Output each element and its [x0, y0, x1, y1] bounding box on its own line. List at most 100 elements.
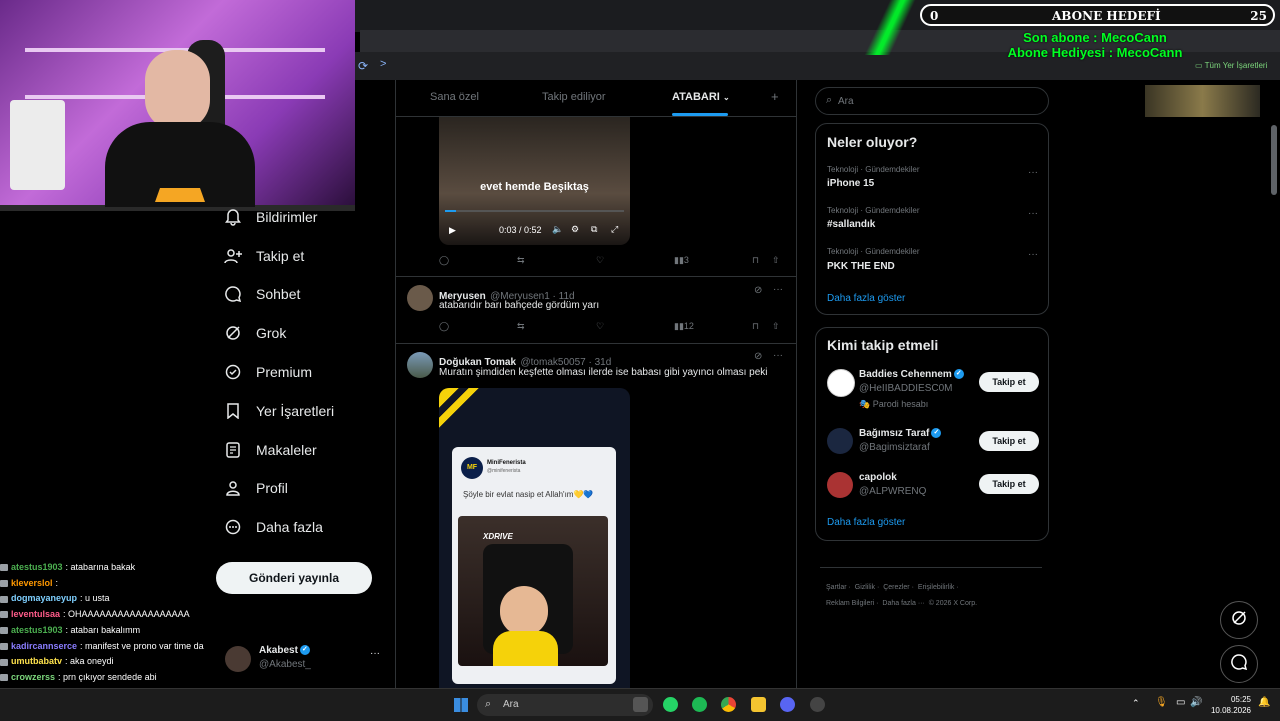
- grok-float-button[interactable]: [1220, 601, 1258, 639]
- notification-bell-icon[interactable]: 🔔: [1258, 697, 1270, 708]
- footer-link[interactable]: Daha fazla ···: [882, 600, 924, 607]
- chat-username[interactable]: kleverslol: [11, 576, 53, 592]
- nav-profile[interactable]: Profil: [220, 469, 288, 507]
- volume-icon[interactable]: 🔈: [552, 224, 563, 235]
- trends-show-more[interactable]: Daha fazla göster: [827, 293, 905, 304]
- trend-more-icon[interactable]: ···: [1028, 208, 1038, 219]
- pip-icon[interactable]: ⧉: [591, 224, 597, 235]
- footer-link[interactable]: Çerezler ·: [883, 584, 914, 591]
- views-icon[interactable]: ▮▮ 12: [674, 321, 694, 332]
- messages-float-button[interactable]: [1220, 645, 1258, 683]
- whatsapp-icon[interactable]: [663, 697, 678, 712]
- follow-button[interactable]: Takip et: [979, 474, 1039, 494]
- reply-icon[interactable]: ◯: [439, 255, 449, 266]
- trend-title[interactable]: iPhone 15: [827, 178, 874, 189]
- wtf-handle: @HeIIBADDIESC0M: [859, 383, 953, 394]
- chat-username[interactable]: atestus1903: [11, 623, 63, 639]
- tweet-text: Muratın şimdiden keşfette olması ilerde …: [439, 367, 768, 378]
- follow-button[interactable]: Takip et: [979, 431, 1039, 451]
- avatar: [407, 285, 433, 311]
- grok-explain-icon[interactable]: ⊘: [754, 351, 762, 362]
- account-more-icon[interactable]: ···: [370, 648, 380, 659]
- chat-badge-icon: [0, 595, 8, 603]
- chat-username[interactable]: atestus1903: [11, 560, 63, 576]
- like-icon[interactable]: ♡: [596, 321, 604, 332]
- app-icon[interactable]: [810, 697, 825, 712]
- network-icon[interactable]: ▭: [1176, 697, 1185, 708]
- add-tab-button[interactable]: +: [771, 89, 779, 104]
- video-progress-track[interactable]: [445, 210, 624, 212]
- wtf-name[interactable]: capolok: [859, 472, 897, 483]
- fullscreen-icon[interactable]: ⤢: [611, 224, 618, 235]
- nav-label: Premium: [256, 364, 313, 380]
- tweet-media[interactable]: MF MiniFenerista @minifenerista Şöyle bi…: [439, 388, 630, 690]
- volume-icon[interactable]: 🔊: [1190, 697, 1202, 708]
- wtf-name[interactable]: Baddies Cehennem ✓: [859, 369, 964, 380]
- microphone-icon[interactable]: 🎙: [1155, 697, 1168, 708]
- footer-link[interactable]: Gizlilik ·: [855, 584, 880, 591]
- footer-link[interactable]: Erişilebilirlik ·: [918, 584, 959, 591]
- extension-icon[interactable]: ⟳: [358, 59, 368, 73]
- trend-more-icon[interactable]: ···: [1028, 167, 1038, 178]
- nav-notifications[interactable]: Bildirimler: [220, 198, 317, 236]
- chat-message: atestus1903: atabarı bakalımm: [0, 623, 340, 639]
- like-icon[interactable]: ♡: [596, 255, 604, 266]
- share-icon[interactable]: ⇧: [772, 321, 780, 332]
- trend-more-icon[interactable]: ···: [1028, 249, 1038, 260]
- chrome-icon[interactable]: [721, 697, 736, 712]
- tray-chevron-icon[interactable]: ⌃: [1132, 698, 1140, 709]
- wtf-name[interactable]: Bağımsız Taraf ✓: [859, 428, 942, 439]
- grok-explain-icon[interactable]: ⊘: [754, 285, 762, 296]
- badge-check-icon: [220, 362, 246, 382]
- bookmark-icon[interactable]: ⊓: [752, 321, 759, 332]
- nav-chat[interactable]: Sohbet: [220, 275, 300, 313]
- nav-premium[interactable]: Premium: [220, 353, 312, 391]
- footer-link[interactable]: Reklam Bilgileri ·: [826, 600, 879, 607]
- bookmark-icon[interactable]: ⊓: [752, 255, 759, 266]
- tab-following[interactable]: Takip ediliyor: [542, 91, 606, 103]
- chat-text: : u usta: [80, 593, 110, 604]
- tweet-more-icon[interactable]: ···: [773, 284, 783, 295]
- trend-title[interactable]: #sallandık: [827, 219, 875, 230]
- wtf-show-more[interactable]: Daha fazla göster: [827, 517, 905, 528]
- nav-grok[interactable]: Grok: [220, 314, 286, 352]
- streamer-head: [145, 50, 210, 130]
- video-player[interactable]: evet hemde Beşiktaş ▶ 0:03 / 0:52 🔈 ⚙ ⧉ …: [439, 117, 630, 245]
- subscriber-goal-bar: 0 ABONE HEDEFİ 25: [920, 4, 1275, 26]
- chat-text: : prn çıkıyor sendede abi: [58, 671, 157, 682]
- chat-username[interactable]: dogmayaneyup: [11, 591, 77, 607]
- search-input[interactable]: ⌕ Ara: [815, 87, 1049, 115]
- follow-button[interactable]: Takip et: [979, 372, 1039, 392]
- nav-articles[interactable]: Makaleler: [220, 431, 317, 469]
- play-icon[interactable]: ▶: [449, 225, 456, 236]
- forward-icon[interactable]: >: [380, 58, 386, 70]
- nav-more[interactable]: Daha fazla: [220, 508, 323, 546]
- tab-atabari[interactable]: ATABARI ⌄: [672, 91, 730, 103]
- nav-bookmarks[interactable]: Yer İşaretleri: [220, 392, 334, 430]
- trend-title[interactable]: PKK THE END: [827, 261, 895, 272]
- chat-username[interactable]: umutbabatv: [11, 654, 62, 670]
- file-explorer-icon[interactable]: [751, 697, 766, 712]
- taskbar-clock[interactable]: 05:25 10.08.2026: [1205, 694, 1251, 716]
- reply-icon[interactable]: ◯: [439, 321, 449, 332]
- discord-icon[interactable]: [780, 697, 795, 712]
- tab-for-you[interactable]: Sana özel: [430, 91, 479, 103]
- nav-follow[interactable]: Takip et: [220, 237, 304, 275]
- bookmarks-link[interactable]: ▭ Tüm Yer İşaretleri: [1195, 61, 1267, 70]
- chat-username[interactable]: leventulsaa: [11, 607, 60, 623]
- chat-message: dogmayaneyup: u usta: [0, 591, 340, 607]
- tweet-more-icon[interactable]: ···: [773, 350, 783, 361]
- chat-username[interactable]: crowzerss: [11, 670, 55, 686]
- views-icon[interactable]: ▮▮ 3: [674, 255, 689, 266]
- spotify-icon[interactable]: [692, 697, 707, 712]
- footer-link[interactable]: Şartlar ·: [826, 584, 851, 591]
- share-icon[interactable]: ⇧: [772, 255, 780, 266]
- settings-icon[interactable]: ⚙: [571, 224, 579, 235]
- retweet-icon[interactable]: ⇆: [517, 255, 525, 266]
- retweet-icon[interactable]: ⇆: [517, 321, 525, 332]
- taskbar-search[interactable]: ⌕ Ara: [477, 694, 653, 716]
- chat-username[interactable]: kadircannserce: [11, 639, 77, 655]
- page-scrollbar[interactable]: [1271, 125, 1277, 195]
- windows-start-icon[interactable]: [454, 698, 468, 712]
- task-view-icon[interactable]: [633, 697, 648, 712]
